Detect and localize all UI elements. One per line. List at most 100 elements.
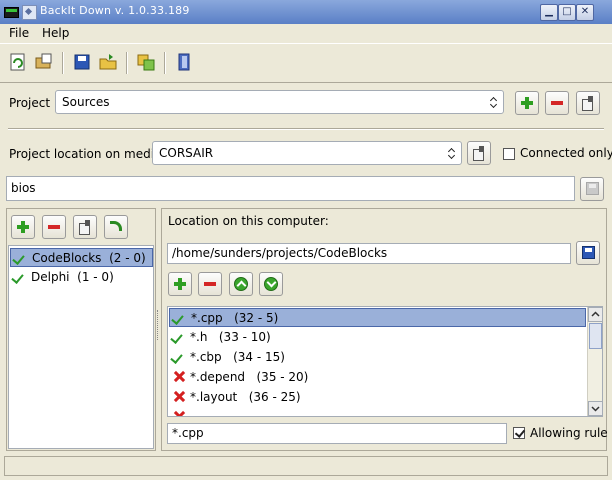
maximize-button[interactable]: □ (558, 4, 576, 21)
save-path-button[interactable] (576, 241, 600, 265)
system-menu-icon[interactable] (22, 5, 37, 20)
rule-label: *.depend (35 - 20) (190, 370, 309, 384)
save-folder-button[interactable] (580, 177, 604, 201)
media-combo-value: CORSAIR (159, 146, 214, 160)
chevron-down-icon (591, 406, 600, 412)
add-rule-button[interactable] (168, 272, 192, 296)
run-item-button[interactable] (104, 215, 128, 239)
rule-edit-input[interactable]: *.cpp (167, 423, 507, 444)
rule-label: *.cbp (34 - 15) (190, 350, 285, 364)
media-properties-button[interactable] (467, 141, 491, 165)
connected-only-checkbox[interactable] (503, 148, 515, 160)
open-button[interactable] (98, 52, 118, 72)
scroll-up-button[interactable] (588, 307, 602, 322)
list-item[interactable]: Delphi (1 - 0) (10, 268, 153, 287)
title-bar: BackIt Down v. 1.0.33.189 ▁ □ ✕ (0, 0, 612, 24)
check-icon (170, 331, 183, 344)
divider (8, 128, 604, 130)
menu-file[interactable]: File (9, 26, 29, 40)
combo-arrows-icon (443, 142, 461, 164)
status-bar (4, 456, 608, 476)
scroll-down-button[interactable] (588, 401, 602, 416)
splitter-handle[interactable] (157, 310, 160, 340)
arrow-down-icon (264, 277, 278, 291)
properties-icon (79, 220, 91, 235)
list-item-label: CodeBlocks (2 - 0) (32, 251, 146, 265)
project-combo-value: Sources (62, 95, 110, 109)
remove-rule-button[interactable] (198, 272, 222, 296)
backup-icon (35, 53, 52, 69)
rule-edit-value: *.cpp (172, 426, 204, 440)
plus-icon (521, 97, 533, 109)
media-folder-input[interactable]: bios (6, 176, 575, 201)
cross-icon (173, 390, 186, 403)
check-icon (12, 252, 25, 265)
copy-button[interactable] (136, 52, 156, 72)
floppy-icon (74, 54, 90, 70)
list-item-label: Delphi (1 - 0) (31, 270, 114, 284)
rules-scrollbar[interactable] (587, 307, 602, 416)
table-row[interactable]: *.depend (35 - 20) (169, 368, 586, 387)
computer-path-input[interactable]: /home/sunders/projects/CodeBlocks (167, 243, 571, 264)
exit-button[interactable] (174, 52, 194, 72)
main-window: BackIt Down v. 1.0.33.189 ▁ □ ✕ File Hel… (0, 0, 612, 480)
table-row[interactable]: *.cpp (32 - 5) (169, 308, 586, 327)
move-rule-down-button[interactable] (259, 272, 283, 296)
rule-label: *.cpp (32 - 5) (191, 311, 279, 325)
check-icon (171, 312, 184, 325)
refresh-button[interactable] (8, 52, 28, 72)
item-properties-button[interactable] (73, 215, 97, 239)
copy-icon (137, 54, 155, 71)
chevron-up-icon (591, 311, 600, 317)
plus-icon (174, 278, 186, 290)
floppy-icon (582, 246, 595, 259)
rules-list: *.cpp (32 - 5) *.h (33 - 10) *.cbp (34 -… (167, 306, 603, 417)
toolbar (0, 43, 612, 83)
table-row[interactable] (169, 408, 586, 416)
remove-project-button[interactable] (545, 91, 569, 115)
menu-bar: File Help (0, 24, 612, 43)
save-button[interactable] (72, 52, 92, 72)
add-project-button[interactable] (515, 91, 539, 115)
window-title: BackIt Down v. 1.0.33.189 (40, 4, 190, 17)
project-combo[interactable]: Sources (55, 90, 504, 114)
items-list: CodeBlocks (2 - 0) Delphi (1 - 0) (8, 245, 154, 449)
battery-app-icon (4, 5, 20, 19)
computer-location-label: Location on this computer: (168, 214, 329, 228)
project-label: Project (9, 96, 51, 110)
minus-icon (551, 101, 563, 105)
list-item[interactable]: CodeBlocks (2 - 0) (10, 248, 153, 267)
table-row[interactable]: *.h (33 - 10) (169, 328, 586, 347)
move-rule-up-button[interactable] (229, 272, 253, 296)
cross-icon (173, 370, 186, 383)
properties-icon (582, 96, 594, 111)
backup-button[interactable] (34, 52, 54, 72)
remove-item-button[interactable] (42, 215, 66, 239)
allowing-rule-checkbox[interactable] (513, 427, 525, 439)
media-combo[interactable]: CORSAIR (152, 141, 462, 165)
cross-icon (173, 410, 186, 416)
rule-label: *.layout (36 - 25) (190, 390, 301, 404)
computer-path-value: /home/sunders/projects/CodeBlocks (172, 246, 388, 260)
table-row[interactable]: *.cbp (34 - 15) (169, 348, 586, 367)
exit-door-icon (178, 53, 190, 71)
connected-only-label: Connected only (520, 146, 612, 160)
close-button[interactable]: ✕ (576, 4, 594, 21)
check-icon (11, 271, 24, 284)
project-properties-button[interactable] (576, 91, 600, 115)
refresh-icon (10, 53, 25, 71)
plus-icon (17, 221, 29, 233)
table-row[interactable]: *.layout (36 - 25) (169, 388, 586, 407)
add-item-button[interactable] (11, 215, 35, 239)
allowing-rule-label: Allowing rule (530, 426, 608, 440)
scroll-thumb[interactable] (589, 323, 602, 349)
menu-help[interactable]: Help (42, 26, 69, 40)
minus-icon (204, 282, 216, 286)
media-location-label: Project location on media: (9, 147, 166, 161)
rule-label: *.h (33 - 10) (190, 330, 271, 344)
minus-icon (48, 225, 60, 229)
check-icon (170, 351, 183, 364)
minimize-button[interactable]: ▁ (540, 4, 558, 21)
properties-icon (473, 146, 485, 161)
combo-arrows-icon (485, 91, 503, 113)
